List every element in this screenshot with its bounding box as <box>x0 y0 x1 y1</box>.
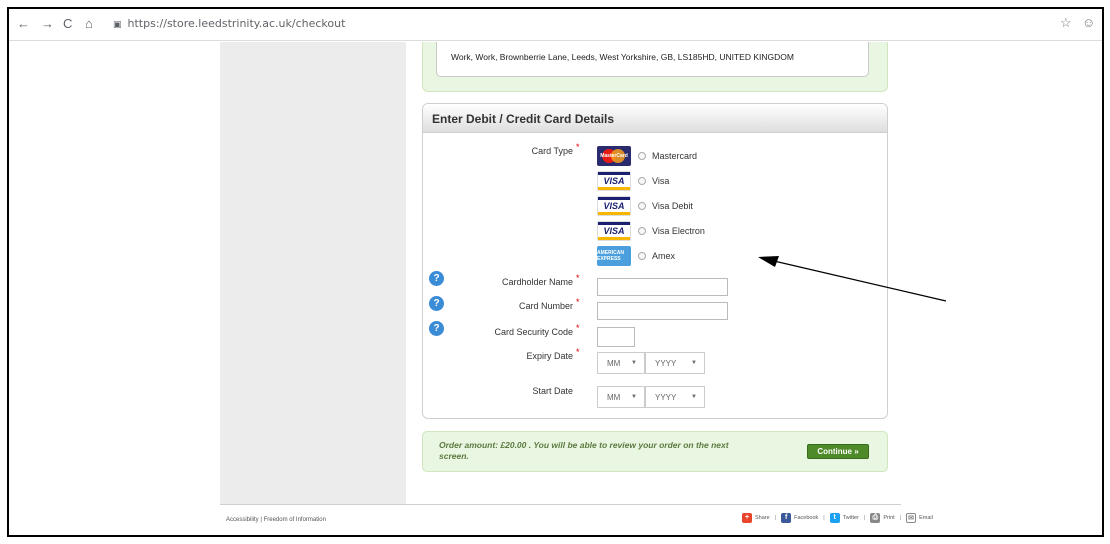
required-marker: * <box>576 323 580 333</box>
lock-icon: ▣ <box>113 20 122 30</box>
security-code-input[interactable] <box>597 327 635 347</box>
left-sidebar <box>220 42 406 504</box>
profile-icon[interactable]: ☺ <box>1082 15 1095 30</box>
visa-logo-icon: VISA <box>597 171 631 191</box>
chevron-down-icon: ▼ <box>691 394 697 400</box>
forward-button[interactable]: → <box>41 16 54 32</box>
card-option-visa-debit[interactable]: VISA Visa Debit <box>597 196 693 216</box>
visa-logo-icon: VISA <box>597 221 631 241</box>
visa-electron-radio[interactable] <box>638 227 646 235</box>
home-button[interactable]: ⌂ <box>85 16 93 32</box>
card-option-visa-electron[interactable]: VISA Visa Electron <box>597 221 705 241</box>
share-icon: + <box>742 513 752 523</box>
delivery-address-box: Work, Work, Brownberrie Lane, Leeds, Wes… <box>422 42 888 92</box>
visa-debit-label: Visa Debit <box>652 201 693 211</box>
required-marker: * <box>576 142 580 152</box>
card-type-label: Card Type <box>531 146 573 156</box>
card-number-input[interactable] <box>597 302 728 320</box>
mastercard-label: Mastercard <box>652 151 698 161</box>
address-text: Work, Work, Brownberrie Lane, Leeds, Wes… <box>436 42 869 77</box>
share-link[interactable]: Share <box>755 515 770 521</box>
mastercard-logo-icon: MasterCard <box>597 146 631 166</box>
amex-label: Amex <box>652 251 676 261</box>
url-text: https://store.leedstrinity.ac.uk/checkou… <box>127 17 346 30</box>
visa-logo-icon: VISA <box>597 196 631 216</box>
facebook-icon: f <box>781 513 792 523</box>
visa-radio[interactable] <box>638 177 646 185</box>
bookmark-star-icon[interactable]: ☆ <box>1060 15 1072 31</box>
mastercard-radio[interactable] <box>638 152 646 160</box>
reload-button[interactable]: C <box>63 16 72 32</box>
order-summary-bar: Order amount: £20.00 . You will be able … <box>422 431 888 472</box>
start-month-select[interactable]: MM ▼ <box>597 386 645 408</box>
visa-debit-radio[interactable] <box>638 202 646 210</box>
order-amount-text: Order amount: £20.00 . You will be able … <box>439 440 729 461</box>
required-marker: * <box>576 347 580 357</box>
footer-share-links: + Share | f Facebook | t Twitter | ⎙ Print |… <box>742 513 933 523</box>
address-bar[interactable]: ▣ https://store.leedstrinity.ac.uk/checko… <box>113 16 345 33</box>
expiry-month-select[interactable]: MM ▼ <box>597 352 645 374</box>
back-button[interactable]: ← <box>17 16 30 32</box>
cardholder-name-input[interactable] <box>597 278 728 296</box>
expiry-date-label: Expiry Date <box>526 351 573 361</box>
expiry-year-select[interactable]: YYYY ▼ <box>645 352 705 374</box>
card-panel-title: Enter Debit / Credit Card Details <box>423 104 887 133</box>
footer-divider <box>220 504 901 505</box>
amex-logo-icon: AMERICAN EXPRESS <box>597 246 631 266</box>
chevron-down-icon: ▼ <box>631 394 637 400</box>
start-date-label: Start Date <box>532 386 573 396</box>
continue-button[interactable]: Continue » <box>807 444 869 459</box>
browser-toolbar: ← → C ⌂ ▣ https://store.leedstrinity.ac.u… <box>9 9 1102 41</box>
required-marker: * <box>576 273 580 283</box>
card-option-visa[interactable]: VISA Visa <box>597 171 669 191</box>
email-icon: ✉ <box>906 513 917 523</box>
email-link[interactable]: Email <box>919 515 933 521</box>
facebook-link[interactable]: Facebook <box>794 515 818 521</box>
twitter-link[interactable]: Twitter <box>843 515 859 521</box>
print-icon: ⎙ <box>870 513 881 523</box>
security-code-label: Card Security Code <box>494 327 573 337</box>
required-marker: * <box>576 297 580 307</box>
chevron-down-icon: ▼ <box>631 360 637 366</box>
card-option-mastercard[interactable]: MasterCard Mastercard <box>597 146 697 166</box>
amex-radio[interactable] <box>638 252 646 260</box>
card-details-panel: Enter Debit / Credit Card Details Card T… <box>422 103 888 419</box>
twitter-icon: t <box>829 513 840 523</box>
footer-links[interactable]: Accessibility | Freedom of Information <box>226 517 326 523</box>
cardholder-name-label: Cardholder Name <box>501 277 573 287</box>
card-number-label: Card Number <box>518 301 573 311</box>
visa-label: Visa <box>652 176 670 186</box>
start-year-select[interactable]: YYYY ▼ <box>645 386 705 408</box>
visa-electron-label: Visa Electron <box>652 226 705 236</box>
print-link[interactable]: Print <box>883 515 894 521</box>
card-option-amex[interactable]: AMERICAN EXPRESS Amex <box>597 246 675 266</box>
chevron-down-icon: ▼ <box>691 360 697 366</box>
screenshot-frame: ← → C ⌂ ▣ https://store.leedstrinity.ac.u… <box>7 7 1104 537</box>
page-content: Work, Work, Brownberrie Lane, Leeds, Wes… <box>9 42 1102 535</box>
